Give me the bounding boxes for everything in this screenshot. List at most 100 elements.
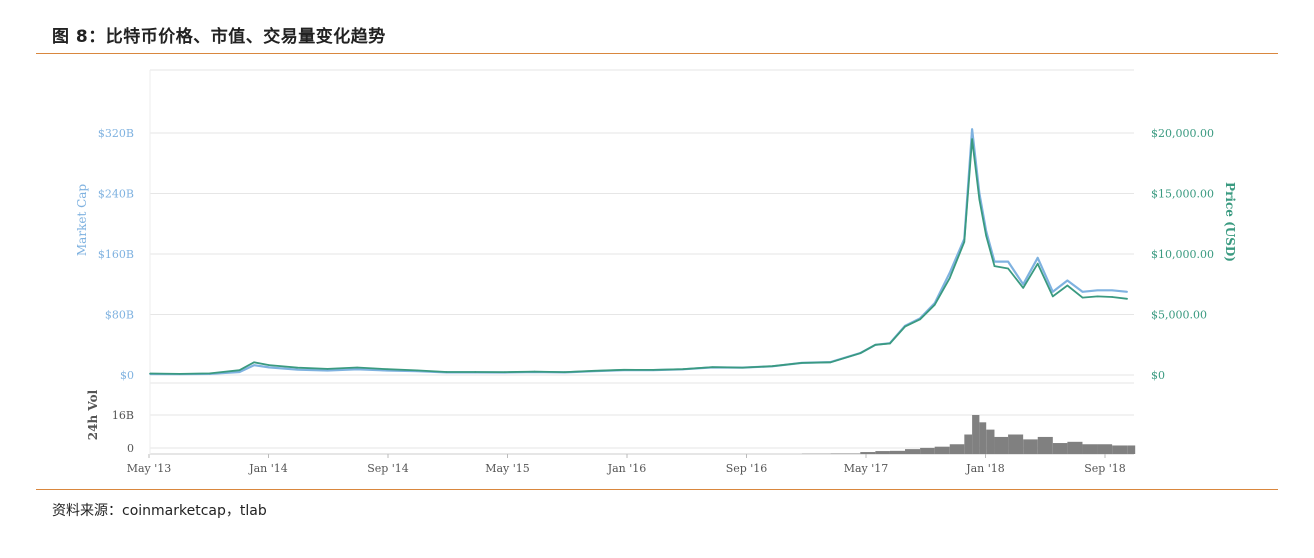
x-tick-label: Sep '14 — [367, 462, 409, 475]
price-point — [933, 304, 936, 306]
left-tick-label: $320B — [98, 127, 134, 140]
x-tick-label: Jan '18 — [965, 462, 1005, 475]
volume-bar — [1023, 439, 1038, 454]
market-cap-point — [1111, 289, 1113, 292]
price-point — [504, 371, 506, 373]
price-line — [149, 138, 1128, 375]
x-tick-label: May '17 — [844, 462, 889, 475]
price-point — [326, 368, 329, 370]
source-note: 资料来源：coinmarketcap，tlab — [52, 503, 267, 519]
volume-bar — [1008, 434, 1024, 454]
price-point — [874, 343, 877, 346]
volume-bar — [934, 446, 950, 454]
right-tick-label: $5,000.00 — [1151, 309, 1207, 322]
right-tick-label: $10,000.00 — [1151, 248, 1214, 261]
price-point — [919, 318, 921, 321]
right-tick-label: $15,000.00 — [1151, 188, 1214, 201]
right-axis-label: Price (USD) — [1223, 182, 1237, 262]
price-point — [859, 352, 862, 355]
x-tick-label: Jan '16 — [607, 462, 647, 475]
price-point — [416, 369, 418, 372]
market-cap-point — [1081, 291, 1084, 293]
volume-axis-label: 24h Vol — [86, 389, 100, 440]
price-point — [1111, 296, 1113, 298]
price-point — [1036, 262, 1039, 265]
x-tick-label: Sep '16 — [726, 462, 768, 475]
price-point — [801, 362, 803, 364]
price-point — [978, 198, 981, 201]
price-point — [149, 372, 151, 375]
volume-bar — [1067, 441, 1083, 454]
volume-bar — [860, 452, 876, 454]
series-lines — [149, 128, 1128, 376]
volume-bar — [875, 451, 890, 454]
price-point — [1096, 295, 1099, 298]
price-point — [1022, 287, 1024, 289]
x-tick-label: May '13 — [127, 462, 172, 475]
price-point — [993, 265, 996, 267]
volume-bar — [1127, 445, 1136, 454]
price-point — [253, 361, 255, 364]
market-cap-point — [238, 371, 241, 373]
price-point — [474, 371, 477, 373]
volume-tick-label: 0 — [127, 442, 134, 455]
axes: Market Cap Price (USD) 24h Vol — [75, 182, 1237, 440]
price-point — [948, 277, 951, 280]
price-point — [296, 366, 299, 369]
price-point — [741, 366, 744, 369]
price-point — [593, 369, 596, 372]
market-cap-point — [296, 368, 299, 371]
left-axis-label: Market Cap — [75, 184, 89, 257]
price-point — [563, 371, 566, 373]
grid-lines — [148, 69, 1134, 458]
price-point — [1052, 295, 1054, 298]
volume-bar — [1052, 443, 1068, 454]
price-point — [238, 369, 241, 371]
market-cap-point — [948, 272, 951, 274]
price-point — [445, 371, 448, 373]
tick-labels: $0 $0 $80B $5,000.00 $160B $10,000.00 $240B $15… — [98, 127, 1214, 475]
market-cap-point — [326, 369, 329, 372]
market-cap-point — [1052, 291, 1054, 293]
price-point — [904, 325, 906, 328]
volume-tick-label: 16B — [112, 409, 134, 422]
market-cap-point — [1126, 291, 1128, 293]
price-point — [623, 368, 625, 371]
left-tick-label: $80B — [105, 309, 134, 322]
x-tick-label: Jan '14 — [248, 462, 288, 475]
price-point — [652, 369, 654, 371]
volume-bar — [949, 444, 965, 454]
left-tick-label: $0 — [120, 369, 134, 382]
price-point — [533, 370, 536, 373]
volume-bar — [889, 450, 906, 454]
market-cap-point — [1007, 260, 1009, 263]
price-point — [771, 365, 774, 367]
x-tick-label: Sep '18 — [1084, 462, 1126, 475]
price-point — [1007, 267, 1009, 270]
market-cap-point — [356, 368, 358, 371]
price-point — [268, 364, 270, 366]
volume-bar — [1082, 444, 1098, 454]
right-tick-label: $0 — [1151, 369, 1165, 382]
volume-bar — [994, 436, 1009, 454]
price-point — [178, 373, 181, 375]
price-point — [829, 361, 832, 364]
volume-bar — [920, 447, 935, 454]
market-cap-point — [971, 128, 973, 131]
price-point — [386, 368, 389, 370]
bottom-rule — [36, 489, 1278, 490]
price-point — [208, 372, 211, 375]
market-cap-point — [1096, 289, 1099, 292]
volume-bar — [972, 415, 980, 454]
market-cap-point — [1036, 256, 1039, 259]
market-cap-line — [149, 128, 1128, 376]
volume-bar — [964, 434, 973, 454]
price-point — [889, 342, 891, 345]
left-tick-label: $160B — [98, 248, 134, 261]
price-point — [682, 368, 684, 370]
right-tick-label: $20,000.00 — [1151, 127, 1214, 140]
price-point — [971, 138, 973, 140]
price-point — [1126, 297, 1128, 300]
volume-bar — [979, 422, 987, 454]
volume-bar — [986, 429, 995, 454]
